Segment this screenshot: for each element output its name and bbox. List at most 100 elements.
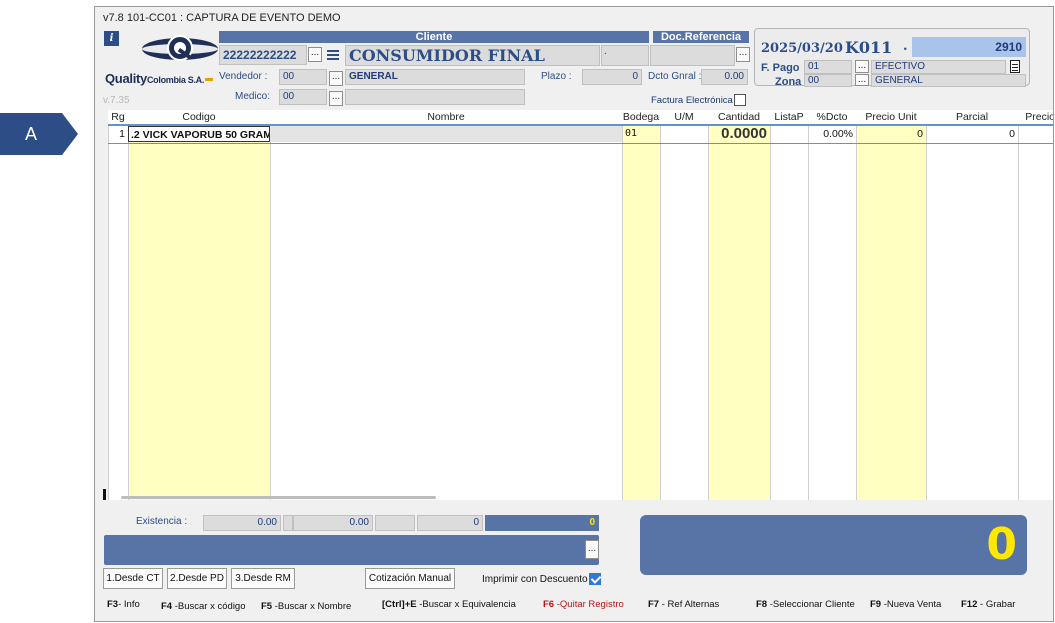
header-codigo[interactable]: Codigo xyxy=(128,110,270,124)
fkey-ctrl-e[interactable]: [Ctrl]+E -Buscar x Equivalencia xyxy=(382,599,516,610)
menu-lines-icon[interactable] xyxy=(327,48,339,60)
doc-referencia-field[interactable] xyxy=(650,45,735,66)
cliente-header: Cliente xyxy=(219,31,649,43)
function-key-bar: F3- Info F4 -Buscar x código F5 -Buscar … xyxy=(95,599,1053,617)
desde-pd-button[interactable]: 2.Desde PD xyxy=(167,568,227,589)
fkey-f8[interactable]: F8 -Seleccionar Cliente xyxy=(756,599,855,610)
desde-ct-button[interactable]: 1.Desde CT xyxy=(103,568,163,589)
header-nombre[interactable]: Nombre xyxy=(270,110,622,124)
cliente-search-button[interactable]: ... xyxy=(308,47,322,62)
medico-search-button[interactable]: ... xyxy=(329,91,343,106)
medico-label: Medico: xyxy=(235,91,271,102)
zona-code-field[interactable]: 00 xyxy=(804,74,852,87)
fpago-document-icon[interactable] xyxy=(1010,60,1020,73)
imprimir-descuento-label: Imprimir con Descuento xyxy=(482,574,588,585)
logo-subtitle: Colombia S.A. xyxy=(146,75,205,85)
row-bodega[interactable]: 01 xyxy=(623,126,660,142)
existencia-field-blank xyxy=(375,515,415,531)
col-parcial xyxy=(926,124,1018,500)
col-precio xyxy=(1018,124,1053,500)
plazo-field[interactable]: 0 xyxy=(582,69,642,85)
vendedor-search-button[interactable]: ... xyxy=(329,71,343,86)
logo-text: QualityColombia S.A. xyxy=(105,71,214,86)
document-dot: . xyxy=(903,39,908,54)
header-listap[interactable]: ListaP xyxy=(770,110,808,124)
row-parcial: 0 xyxy=(1009,128,1015,140)
logo-dash-icon xyxy=(205,78,214,82)
desde-rm-button[interactable]: 3.Desde RM xyxy=(231,568,295,589)
header-parcial[interactable]: Parcial xyxy=(926,110,1018,124)
dcto-gnral-field[interactable]: 0.00 xyxy=(701,69,748,85)
factura-electronica-label: Factura Electrónica xyxy=(651,95,733,106)
fkey-f3[interactable]: F3- Info xyxy=(107,599,140,610)
col-bodega xyxy=(622,124,660,500)
fpago-search-button[interactable]: ... xyxy=(855,60,869,73)
col-dcto xyxy=(808,124,856,500)
row-cantidad[interactable]: 0.0000 xyxy=(708,126,770,142)
header-dcto[interactable]: %Dcto xyxy=(808,110,856,124)
existencia-field-3: 0 xyxy=(417,515,483,531)
existencia-field-1: 0.00 xyxy=(203,515,281,531)
codigo-input[interactable]: .2 VICK VAPORUB 50 GRAM xyxy=(128,126,270,142)
doc-referencia-header: Doc.Referencia xyxy=(653,31,749,43)
cotizacion-manual-button[interactable]: Cotización Manual xyxy=(365,568,455,589)
document-panel: 2025/03/20 K011 . 2910 F. Pago 01 ... EF… xyxy=(754,28,1030,88)
header-precio-unit[interactable]: Precio Unit xyxy=(856,110,926,124)
doc-referencia-button[interactable]: ... xyxy=(736,47,750,62)
fkey-f4[interactable]: F4 -Buscar x código xyxy=(161,601,246,612)
message-bar xyxy=(104,535,599,565)
total-panel: 0 xyxy=(640,515,1027,575)
header-cantidad[interactable]: Cantidad xyxy=(708,110,770,124)
fpago-code-field[interactable]: 01 xyxy=(804,60,852,74)
row-dcto[interactable]: 0.00% xyxy=(808,126,856,142)
col-precio-unit xyxy=(856,124,926,500)
document-date: 2025/03/20 xyxy=(761,41,843,56)
cliente-extra: . xyxy=(604,46,607,57)
cliente-nombre-field[interactable]: CONSUMIDOR FINAL xyxy=(345,45,600,66)
header-bodega[interactable]: Bodega xyxy=(622,110,660,124)
fkey-f5[interactable]: F5 -Buscar x Nombre xyxy=(261,601,351,612)
header-rg[interactable]: Rg xyxy=(108,110,128,124)
header-precio[interactable]: Precio xyxy=(1018,110,1053,124)
existencia-field-4: 0 xyxy=(485,515,599,531)
existencia-spacer xyxy=(283,515,293,531)
imprimir-descuento-checkbox[interactable] xyxy=(589,573,601,585)
header-um[interactable]: U/M xyxy=(660,110,708,124)
row-nombre xyxy=(270,126,622,142)
cliente-id-field[interactable]: 22222222222 xyxy=(219,45,307,65)
col-rg xyxy=(108,124,128,500)
row-precio-unit[interactable]: 0 xyxy=(856,126,926,142)
zona-search-button[interactable]: ... xyxy=(855,74,869,86)
col-nombre xyxy=(270,124,622,500)
factura-electronica-checkbox[interactable] xyxy=(734,94,746,106)
total-value: 0 xyxy=(986,519,1017,570)
callout-marker: A xyxy=(0,113,80,155)
horizontal-scrollbar[interactable] xyxy=(121,496,436,499)
callout-label: A xyxy=(24,124,37,144)
message-bar-button[interactable]: ... xyxy=(585,540,599,559)
items-grid[interactable]: Rg Codigo Nombre Bodega U/M Cantidad Lis… xyxy=(108,110,1053,500)
document-code: K011 xyxy=(845,38,893,57)
medico-code-field[interactable]: 00 xyxy=(279,89,327,105)
app-version: v.7.35 xyxy=(103,95,130,106)
vendedor-label: Vendedor : xyxy=(219,71,268,82)
info-icon[interactable]: i xyxy=(104,31,119,46)
window-title: v7.8 101-CC01 : CAPTURA DE EVENTO DEMO xyxy=(103,12,341,24)
row-listap[interactable] xyxy=(770,126,808,142)
medico-name-field xyxy=(345,89,525,105)
fkey-f12[interactable]: F12 - Grabar xyxy=(961,599,1015,610)
text-caret xyxy=(103,489,106,500)
document-number-field[interactable]: 2910 xyxy=(912,37,1026,57)
dcto-gnral-label: Dcto Gnral : xyxy=(648,71,702,82)
row-rg: 1 xyxy=(119,128,125,140)
logo-name: Quality xyxy=(105,71,147,86)
fpago-label: F. Pago xyxy=(761,62,800,74)
zona-label: Zona xyxy=(775,76,802,88)
fkey-f6[interactable]: F6 -Quitar Registro xyxy=(543,599,624,610)
col-cantidad xyxy=(708,124,770,500)
vendedor-code-field[interactable]: 00 xyxy=(279,69,327,85)
fkey-f7[interactable]: F7 - Ref Alternas xyxy=(648,599,719,610)
fkey-f9[interactable]: F9 -Nueva Venta xyxy=(870,599,941,610)
existencia-label: Existencia : xyxy=(136,516,188,527)
row-um[interactable] xyxy=(660,126,708,142)
